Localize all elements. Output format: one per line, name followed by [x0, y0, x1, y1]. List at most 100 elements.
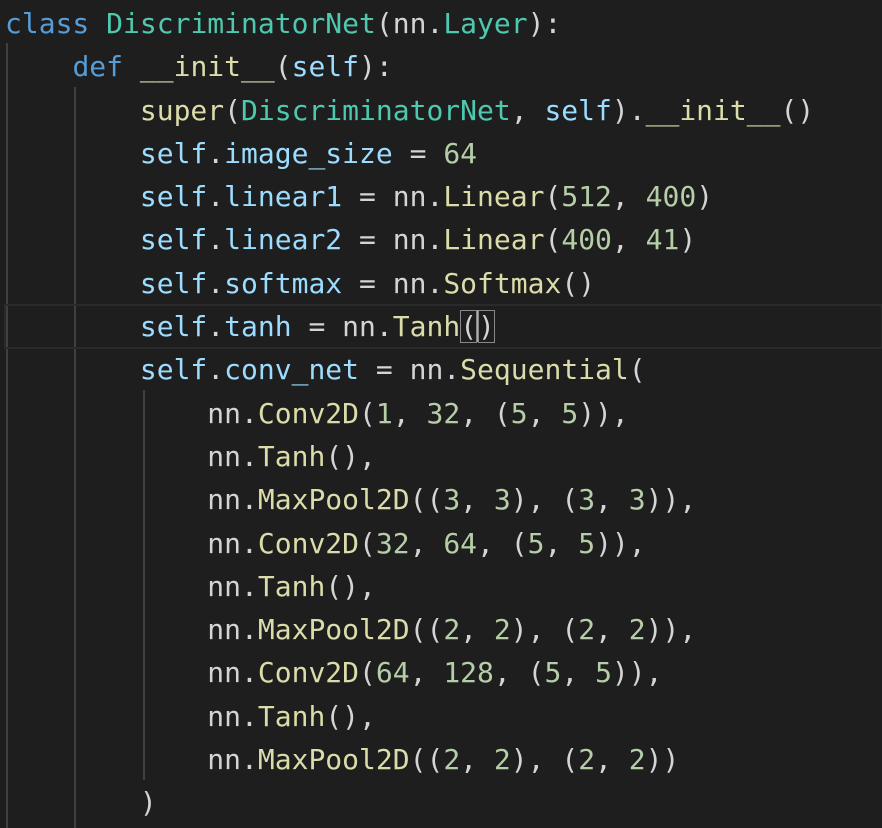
- code-token-prop: linear1: [224, 180, 343, 214]
- code-token-punc: [5, 180, 140, 213]
- code-token-punc: ,: [460, 743, 494, 777]
- code-token-num: 400: [561, 223, 612, 257]
- code-token-num: 5: [544, 656, 562, 690]
- code-token-punc: [5, 137, 140, 170]
- code-token-num: 2: [578, 613, 596, 647]
- code-token-punc: ,: [409, 526, 444, 560]
- code-token-punc: (: [359, 396, 376, 430]
- code-token-num: 3: [443, 483, 461, 517]
- code-token-num: 5: [578, 526, 596, 560]
- code-token-self: self: [544, 93, 612, 127]
- code-line[interactable]: nn.Conv2D(64, 128, (5, 5)),: [5, 651, 882, 694]
- code-line[interactable]: super(DiscriminatorNet, self).__init__(): [5, 89, 882, 132]
- code-token-num: 3: [628, 483, 646, 517]
- code-token-punc: nn.: [5, 483, 258, 517]
- code-token-fn: Tanh: [257, 569, 326, 603]
- code-line[interactable]: ): [5, 781, 882, 824]
- code-token-punc: ):: [527, 7, 562, 40]
- code-line[interactable]: self.tanh = nn.Tanh(): [4, 304, 882, 350]
- code-token-prop: conv_net: [224, 353, 360, 387]
- code-token-punc: ,: [611, 223, 646, 257]
- code-token-num: 5: [527, 526, 545, 560]
- code-token-punc: (),: [325, 569, 376, 603]
- code-token-fn: MaxPool2D: [257, 743, 410, 777]
- code-token-punc: , (: [460, 396, 511, 430]
- code-line[interactable]: self.conv_net = nn.Sequential(: [5, 348, 882, 391]
- code-token-fn: Conv2D: [257, 396, 360, 430]
- code-token-num: 2: [628, 743, 646, 777]
- code-token-num: 64: [443, 526, 478, 560]
- code-token-punc: (): [780, 93, 815, 127]
- code-token-fn: Tanh: [257, 699, 326, 733]
- code-token-num: 2: [628, 613, 646, 647]
- code-token-punc: ,: [595, 613, 629, 647]
- code-token-punc: nn.: [5, 613, 258, 647]
- code-token-prop: linear2: [224, 223, 343, 257]
- code-token-punc: [123, 50, 140, 83]
- code-line[interactable]: nn.Conv2D(1, 32, (5, 5)),: [5, 392, 882, 435]
- code-line[interactable]: nn.MaxPool2D((2, 2), (2, 2)): [5, 738, 882, 781]
- code-line[interactable]: self.image_size = 64: [5, 132, 882, 175]
- code-token-num: 5: [561, 396, 579, 430]
- code-token-num: 5: [595, 656, 612, 690]
- code-token-punc: ): [5, 786, 157, 820]
- code-token-punc: ): [679, 223, 697, 257]
- code-token-punc: nn.: [5, 439, 258, 473]
- code-token-punc: [5, 223, 140, 256]
- code-token-punc: .: [207, 180, 225, 214]
- code-token-num: 64: [443, 136, 478, 170]
- code-token-self: self: [139, 353, 208, 387]
- code-token-punc: nn.: [5, 396, 258, 430]
- code-token-punc: .: [207, 223, 225, 257]
- code-token-punc: ,: [544, 526, 579, 560]
- code-line[interactable]: def __init__(self):: [5, 45, 882, 88]
- code-token-bracket: ): [478, 310, 495, 344]
- code-line[interactable]: nn.Tanh(),: [5, 565, 882, 608]
- code-token-fn: Linear: [443, 223, 545, 257]
- code-line[interactable]: nn.MaxPool2D((2, 2), (2, 2)),: [5, 608, 882, 651]
- code-token-num: 400: [645, 180, 697, 214]
- code-line[interactable]: nn.Conv2D(32, 64, (5, 5)),: [5, 522, 882, 565]
- code-token-prop: softmax: [224, 266, 343, 300]
- code-token-punc: (),: [325, 699, 376, 733]
- code-token-punc: [5, 50, 72, 83]
- code-line[interactable]: self.softmax = nn.Softmax(): [5, 262, 882, 305]
- code-token-punc: nn.: [5, 699, 258, 733]
- code-token-num: 1: [375, 396, 393, 430]
- code-token-num: 2: [578, 743, 596, 777]
- code-editor[interactable]: class DiscriminatorNet(nn.Layer): def __…: [0, 0, 882, 828]
- code-token-punc: )),: [645, 483, 697, 517]
- code-token-self: self: [139, 310, 208, 344]
- code-token-punc: = nn.: [359, 353, 461, 387]
- code-token-fn: Linear: [443, 180, 545, 214]
- code-token-punc: nn.: [5, 743, 258, 777]
- code-line[interactable]: self.linear1 = nn.Linear(512, 400): [5, 175, 882, 218]
- code-token-fn: Tanh: [392, 310, 461, 344]
- code-token-cls: DiscriminatorNet: [241, 93, 511, 127]
- code-token-punc: ,: [595, 483, 629, 517]
- code-token-punc: ), (: [510, 483, 579, 517]
- code-line[interactable]: self.linear2 = nn.Linear(400, 41): [5, 218, 882, 261]
- code-line[interactable]: nn.Tanh(),: [5, 435, 882, 478]
- code-token-punc: (: [359, 526, 376, 560]
- code-token-cls: DiscriminatorNet: [106, 7, 376, 40]
- code-token-num: 3: [493, 483, 511, 517]
- code-line[interactable]: class DiscriminatorNet(nn.Layer):: [5, 2, 882, 45]
- code-token-punc: , (: [493, 656, 545, 690]
- code-token-self: self: [139, 223, 208, 257]
- code-token-punc: )),: [645, 613, 697, 647]
- code-token-punc: =: [392, 136, 444, 170]
- code-token-fn: Tanh: [257, 439, 326, 473]
- code-token-punc: ,: [611, 180, 646, 214]
- code-token-punc: (nn.: [375, 7, 444, 40]
- code-token-fn: super: [139, 93, 225, 127]
- code-text-area[interactable]: class DiscriminatorNet(nn.Layer): def __…: [4, 2, 882, 825]
- code-token-num: 512: [561, 180, 612, 214]
- code-line[interactable]: nn.MaxPool2D((3, 3), (3, 3)),: [5, 478, 882, 521]
- code-token-cls: Layer: [443, 7, 528, 40]
- code-token-punc: ((: [409, 743, 444, 777]
- code-token-num: 2: [493, 613, 511, 647]
- code-token-num: 32: [375, 526, 410, 560]
- code-line[interactable]: nn.Tanh(),: [5, 695, 882, 738]
- code-token-punc: ):: [359, 50, 393, 84]
